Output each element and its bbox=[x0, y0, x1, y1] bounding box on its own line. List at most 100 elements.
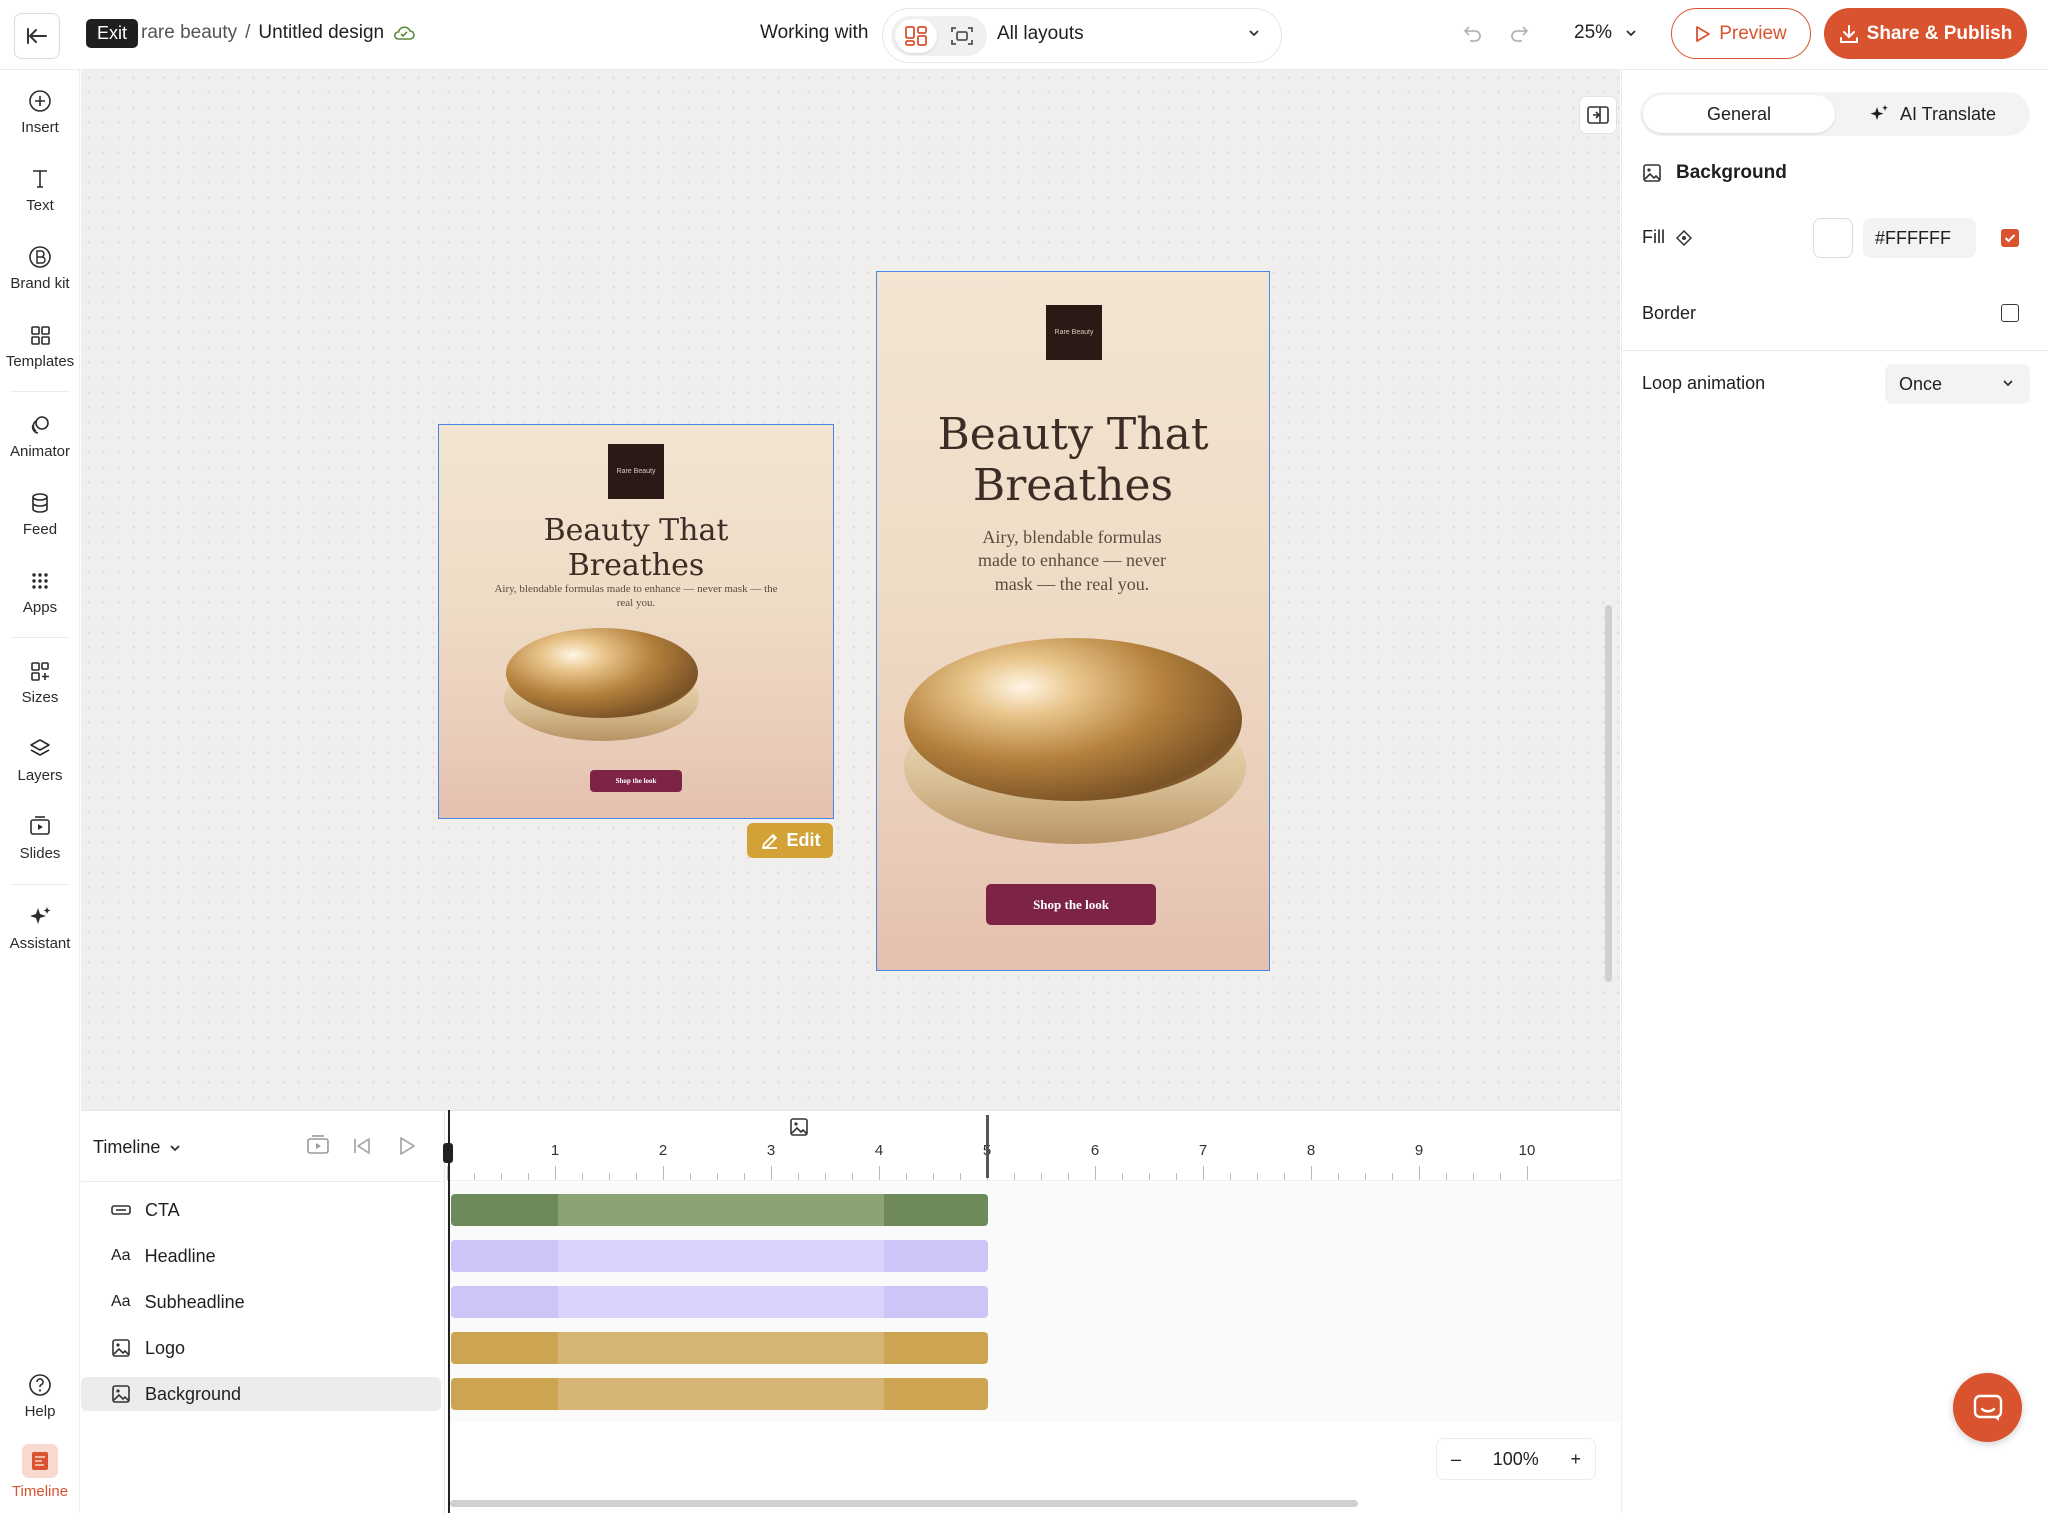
nav-animator[interactable]: Animator bbox=[0, 412, 80, 460]
tab-ai-translate[interactable]: AI Translate bbox=[1838, 95, 2026, 133]
ruler-tick bbox=[528, 1173, 529, 1180]
design-title[interactable]: Untitled design bbox=[258, 22, 384, 44]
support-chat-button[interactable] bbox=[1953, 1373, 2022, 1442]
nav-insert[interactable]: Insert bbox=[0, 88, 80, 136]
playhead-handle[interactable] bbox=[443, 1143, 453, 1163]
edit-button[interactable]: Edit bbox=[747, 823, 833, 858]
nav-templates[interactable]: Templates bbox=[0, 322, 80, 370]
apps-grid-icon bbox=[32, 573, 48, 589]
loop-animation-value: Once bbox=[1899, 374, 1943, 394]
nav-feed[interactable]: Feed bbox=[0, 490, 80, 538]
layout-selector[interactable]: All layouts bbox=[882, 8, 1282, 63]
ruler-tick bbox=[1500, 1173, 1501, 1180]
focus-frame-icon bbox=[951, 27, 973, 45]
layer-row-selected[interactable]: Background bbox=[81, 1377, 441, 1411]
timeline-horizontal-scrollbar[interactable] bbox=[450, 1500, 1358, 1507]
slides-icon bbox=[30, 816, 50, 835]
fill-color-swatch[interactable] bbox=[1813, 218, 1853, 258]
multi-layout-view-button[interactable] bbox=[895, 19, 937, 53]
border-checkbox[interactable] bbox=[2001, 304, 2019, 322]
ruler-tick bbox=[717, 1173, 718, 1180]
panel-divider bbox=[1622, 350, 2048, 351]
playhead[interactable] bbox=[448, 1110, 450, 1513]
nav-apps[interactable]: Apps bbox=[0, 568, 80, 616]
fill-checkbox[interactable] bbox=[2001, 229, 2019, 247]
layer-row[interactable]: CTA bbox=[81, 1193, 441, 1227]
plus-circle-icon bbox=[29, 90, 51, 112]
button-icon bbox=[111, 1205, 131, 1215]
nav-timeline[interactable]: Timeline bbox=[0, 1444, 80, 1500]
text-aa-icon: Aa bbox=[111, 1247, 131, 1264]
nav-timeline-label: Timeline bbox=[11, 1483, 69, 1500]
tab-general[interactable]: General bbox=[1643, 95, 1835, 133]
layers-icon bbox=[30, 739, 50, 756]
layer-row[interactable]: Aa Headline bbox=[81, 1239, 441, 1273]
exit-button[interactable]: Exit bbox=[86, 19, 139, 48]
timeline-end-marker[interactable] bbox=[986, 1115, 989, 1178]
layer-name: Subheadline bbox=[144, 1291, 245, 1312]
preview-frame-button[interactable] bbox=[306, 1135, 330, 1162]
ruler-tick bbox=[1446, 1173, 1447, 1180]
back-to-editor-button[interactable] bbox=[14, 13, 60, 59]
nav-layers[interactable]: Layers bbox=[0, 736, 80, 784]
layer-name: CTA bbox=[145, 1199, 180, 1220]
section-title-label: Background bbox=[1676, 162, 1787, 183]
preview-label: Preview bbox=[1719, 22, 1787, 44]
ruler-tick bbox=[906, 1173, 907, 1180]
redo-button[interactable] bbox=[1508, 22, 1530, 49]
ruler-tick bbox=[1068, 1173, 1069, 1180]
ruler-tick bbox=[555, 1166, 556, 1180]
ruler-tick bbox=[582, 1173, 583, 1180]
collapse-panel-button[interactable] bbox=[1579, 96, 1617, 134]
fill-label: Fill bbox=[1642, 227, 1693, 248]
play-icon bbox=[400, 1137, 415, 1155]
nav-help[interactable]: Help bbox=[0, 1372, 80, 1420]
nav-brand-kit[interactable]: Brand kit bbox=[0, 244, 80, 292]
ruler-tick bbox=[1014, 1173, 1015, 1180]
nav-sizes[interactable]: Sizes bbox=[0, 658, 80, 706]
ruler-tick bbox=[1203, 1166, 1204, 1180]
tab-general-label: General bbox=[1706, 103, 1772, 124]
design-canvas[interactable] bbox=[81, 70, 1620, 1110]
skip-back-icon bbox=[354, 1138, 370, 1154]
sizes-icon bbox=[31, 662, 49, 681]
panel-tabs: General AI Translate bbox=[1640, 92, 2030, 136]
layer-row[interactable]: Logo bbox=[81, 1331, 441, 1365]
ruler-tick bbox=[1392, 1173, 1393, 1180]
track-bar-headline[interactable] bbox=[451, 1240, 988, 1272]
layer-row[interactable]: Aa Subheadline bbox=[81, 1285, 441, 1319]
play-button[interactable] bbox=[396, 1135, 418, 1162]
preview-button[interactable]: Preview bbox=[1671, 8, 1811, 59]
nav-slides[interactable]: Slides bbox=[0, 814, 80, 862]
chat-icon bbox=[1973, 1394, 2002, 1421]
image-icon bbox=[1643, 164, 1661, 182]
nav-assistant[interactable]: Assistant bbox=[0, 904, 80, 952]
zoom-in-button[interactable]: + bbox=[1570, 1449, 1581, 1470]
layer-name: Background bbox=[145, 1383, 242, 1404]
templates-icon bbox=[31, 326, 50, 345]
zoom-out-button[interactable]: – bbox=[1451, 1449, 1461, 1470]
skip-to-start-button[interactable] bbox=[351, 1135, 373, 1162]
track-bar-cta[interactable] bbox=[451, 1194, 988, 1226]
fill-hex-input[interactable]: #FFFFFF bbox=[1863, 218, 1976, 258]
exit-arrow-icon bbox=[27, 28, 47, 44]
nav-text[interactable]: Text bbox=[0, 166, 80, 214]
share-publish-button[interactable]: Share & Publish bbox=[1824, 8, 2027, 59]
track-bar-subheadline[interactable] bbox=[451, 1286, 988, 1318]
nav-apps-label: Apps bbox=[22, 599, 58, 616]
undo-button[interactable] bbox=[1462, 22, 1484, 49]
nav-slides-label: Slides bbox=[19, 845, 61, 862]
track-bar-logo[interactable] bbox=[451, 1332, 988, 1364]
ruler-tick-label: 8 bbox=[1306, 1142, 1316, 1159]
working-with-label: Working with bbox=[760, 22, 869, 43]
track-bar-background[interactable] bbox=[451, 1378, 988, 1410]
timeline-dropdown[interactable]: Timeline bbox=[93, 1137, 182, 1158]
zoom-dropdown[interactable]: 25% bbox=[1574, 22, 1638, 44]
timeline-ruler[interactable]: 12345678910 bbox=[447, 1111, 1620, 1181]
canvas-vertical-scrollbar[interactable] bbox=[1605, 605, 1612, 982]
breadcrumb-parent[interactable]: rare beauty bbox=[141, 22, 237, 44]
focus-view-button[interactable] bbox=[941, 19, 983, 53]
text-icon bbox=[33, 170, 47, 188]
ruler-tick bbox=[1122, 1173, 1123, 1180]
loop-animation-select[interactable]: Once bbox=[1885, 364, 2030, 404]
